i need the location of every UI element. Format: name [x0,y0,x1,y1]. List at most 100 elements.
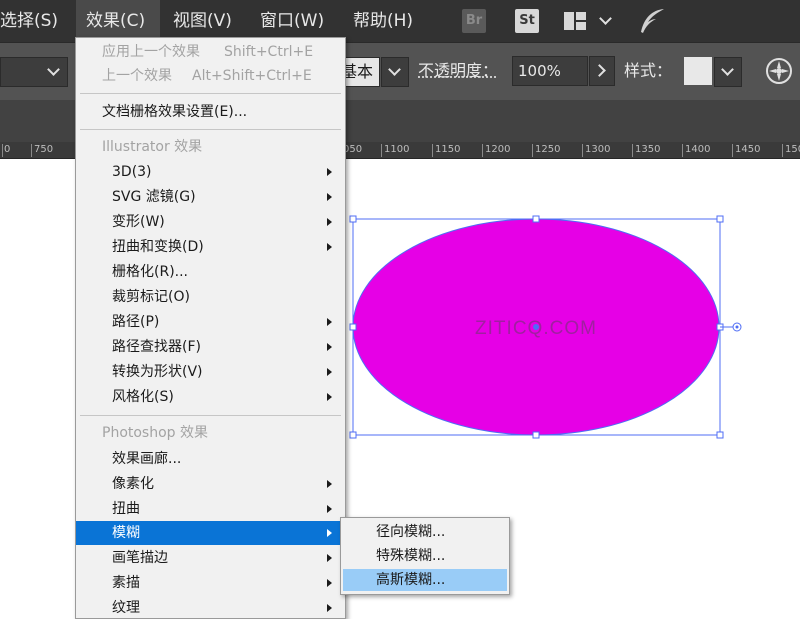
menu-item-apply-last-effect[interactable]: 应用上一个效果 Shift+Ctrl+E [76,40,345,64]
menu-item-label: 上一个效果 [102,68,172,84]
ruler-label: 1100 [384,144,410,155]
menu-item-label: 路径查找器(F) [112,339,201,355]
menu-item-label: 画笔描边 [112,550,168,566]
menu-item-crop-marks[interactable]: 裁剪标记(O) [76,285,345,309]
menu-item-label: 变形(W) [112,214,165,230]
resize-handle[interactable] [349,431,357,439]
menu-window[interactable]: 窗口(W) [260,0,340,42]
menu-item-rasterize[interactable]: 栅格化(R)... [76,260,345,284]
menu-item-distort[interactable]: 扭曲 [76,497,345,521]
submenu-item-label: 特殊模糊... [376,548,446,564]
menu-view[interactable]: 视图(V) [173,0,243,42]
menu-separator [80,93,341,94]
resize-handle[interactable] [532,431,540,439]
submenu-item-radial-blur[interactable]: 径向模糊... [343,521,507,543]
effect-menu: 应用上一个效果 Shift+Ctrl+E 上一个效果 Alt+Shift+Ctr… [75,37,346,619]
menu-help-label: 帮助(H) [353,11,414,31]
menu-item-svg-filters[interactable]: SVG 滤镜(G) [76,185,345,209]
fill-dropdown[interactable] [0,57,68,87]
menu-item-brush-strokes[interactable]: 画笔描边 [76,546,345,570]
menu-item-label: 效果画廊... [112,451,182,467]
menu-separator [80,129,341,130]
menu-item-label: 文档栅格效果设置(E)... [102,104,248,120]
menu-view-label: 视图(V) [173,11,232,31]
menu-select[interactable]: 选择(S) [0,0,70,42]
menu-item-label: SVG 滤镜(G) [112,189,196,205]
resize-handle[interactable] [349,215,357,223]
menu-item-effect-gallery[interactable]: 效果画廊... [76,447,345,471]
submenu-arrow-icon [327,480,332,488]
ruler-label: 150 [785,144,800,155]
submenu-arrow-icon [327,554,332,562]
menu-effect[interactable]: 效果(C) [76,0,160,42]
menu-item-label: 风格化(S) [112,389,174,405]
workspace-chevron-down-icon[interactable] [599,12,612,25]
submenu-arrow-icon [327,393,332,401]
ruler-label: 1450 [735,144,761,155]
style-swatch[interactable] [684,57,712,85]
chevron-down-icon [721,63,734,76]
menu-effect-label: 效果(C) [86,11,146,31]
resize-handle[interactable] [716,215,724,223]
watermark-text: ZITICQ.COM [475,318,597,339]
menu-item-pathfinder[interactable]: 路径查找器(F) [76,335,345,359]
ruler-label: 750 [34,144,54,155]
opacity-value: 100% [518,62,561,80]
submenu-arrow-icon [327,168,332,176]
resize-handle[interactable] [716,431,724,439]
opacity-label[interactable]: 不透明度： [418,57,498,85]
shortcut-label: Alt+Shift+Ctrl+E [192,68,312,84]
style-dropdown[interactable] [714,57,742,87]
stock-icon[interactable]: St [515,9,539,33]
submenu-arrow-icon [327,368,332,376]
menu-item-distort-transform[interactable]: 扭曲和变换(D) [76,235,345,259]
opacity-field[interactable]: 100% [512,56,588,86]
menu-item-label: 栅格化(R)... [112,264,189,280]
submenu-arrow-icon [327,193,332,201]
menu-item-sketch[interactable]: 素描 [76,571,345,595]
menu-item-warp[interactable]: 变形(W) [76,210,345,234]
menu-item-blur[interactable]: 模糊 [76,521,345,545]
menu-item-raster-settings[interactable]: 文档栅格效果设置(E)... [76,100,345,124]
ruler-label: 1300 [585,144,611,155]
chevron-down-icon [388,63,401,76]
menu-item-path[interactable]: 路径(P) [76,310,345,334]
menu-item-convert-to-shape[interactable]: 转换为形状(V) [76,360,345,384]
submenu-item-gaussian-blur[interactable]: 高斯模糊... [343,569,507,591]
submenu-item-label: 径向模糊... [376,524,446,540]
ruler-label: 0 [4,144,11,155]
menu-item-label: 模糊 [112,525,140,541]
menu-item-label: 纹理 [112,600,140,616]
resize-handle[interactable] [349,323,357,331]
submenu-arrow-icon [327,505,332,513]
menu-item-label: 裁剪标记(O) [112,289,190,305]
opacity-stepper[interactable] [589,56,615,86]
workspace-layout-icon[interactable] [564,12,586,30]
menu-item-pixelate[interactable]: 像素化 [76,472,345,496]
menu-help[interactable]: 帮助(H) [353,0,423,42]
resize-handle[interactable] [532,215,540,223]
shortcut-label: Shift+Ctrl+E [224,44,314,60]
menu-bar: 选择(S) 效果(C) 视图(V) 窗口(W) 帮助(H) Br St [0,0,800,42]
menu-item-texture[interactable]: 纹理 [76,596,345,618]
submenu-item-label: 高斯模糊... [376,572,446,588]
recolor-artwork-icon[interactable] [765,57,793,85]
bridge-icon[interactable]: Br [462,9,486,33]
ruler-label: 1350 [635,144,661,155]
submenu-item-smart-blur[interactable]: 特殊模糊... [343,545,507,567]
feather-icon[interactable] [638,8,666,34]
ruler-label: 1250 [535,144,561,155]
ruler-label: 1200 [485,144,511,155]
menu-item-3d[interactable]: 3D(3) [76,160,345,184]
menu-item-last-effect[interactable]: 上一个效果 Alt+Shift+Ctrl+E [76,64,345,88]
chevron-down-icon [47,63,60,76]
menu-select-label: 选择(S) [0,11,59,31]
brush-dropdown[interactable] [381,57,409,87]
menu-item-stylize[interactable]: 风格化(S) [76,385,345,409]
submenu-arrow-icon [327,243,332,251]
menu-item-label: 扭曲 [112,501,140,517]
menu-item-label: 像素化 [112,476,154,492]
ruler-label: 1400 [685,144,711,155]
menu-item-label: 素描 [112,575,140,591]
menu-item-label: 扭曲和变换(D) [112,239,204,255]
